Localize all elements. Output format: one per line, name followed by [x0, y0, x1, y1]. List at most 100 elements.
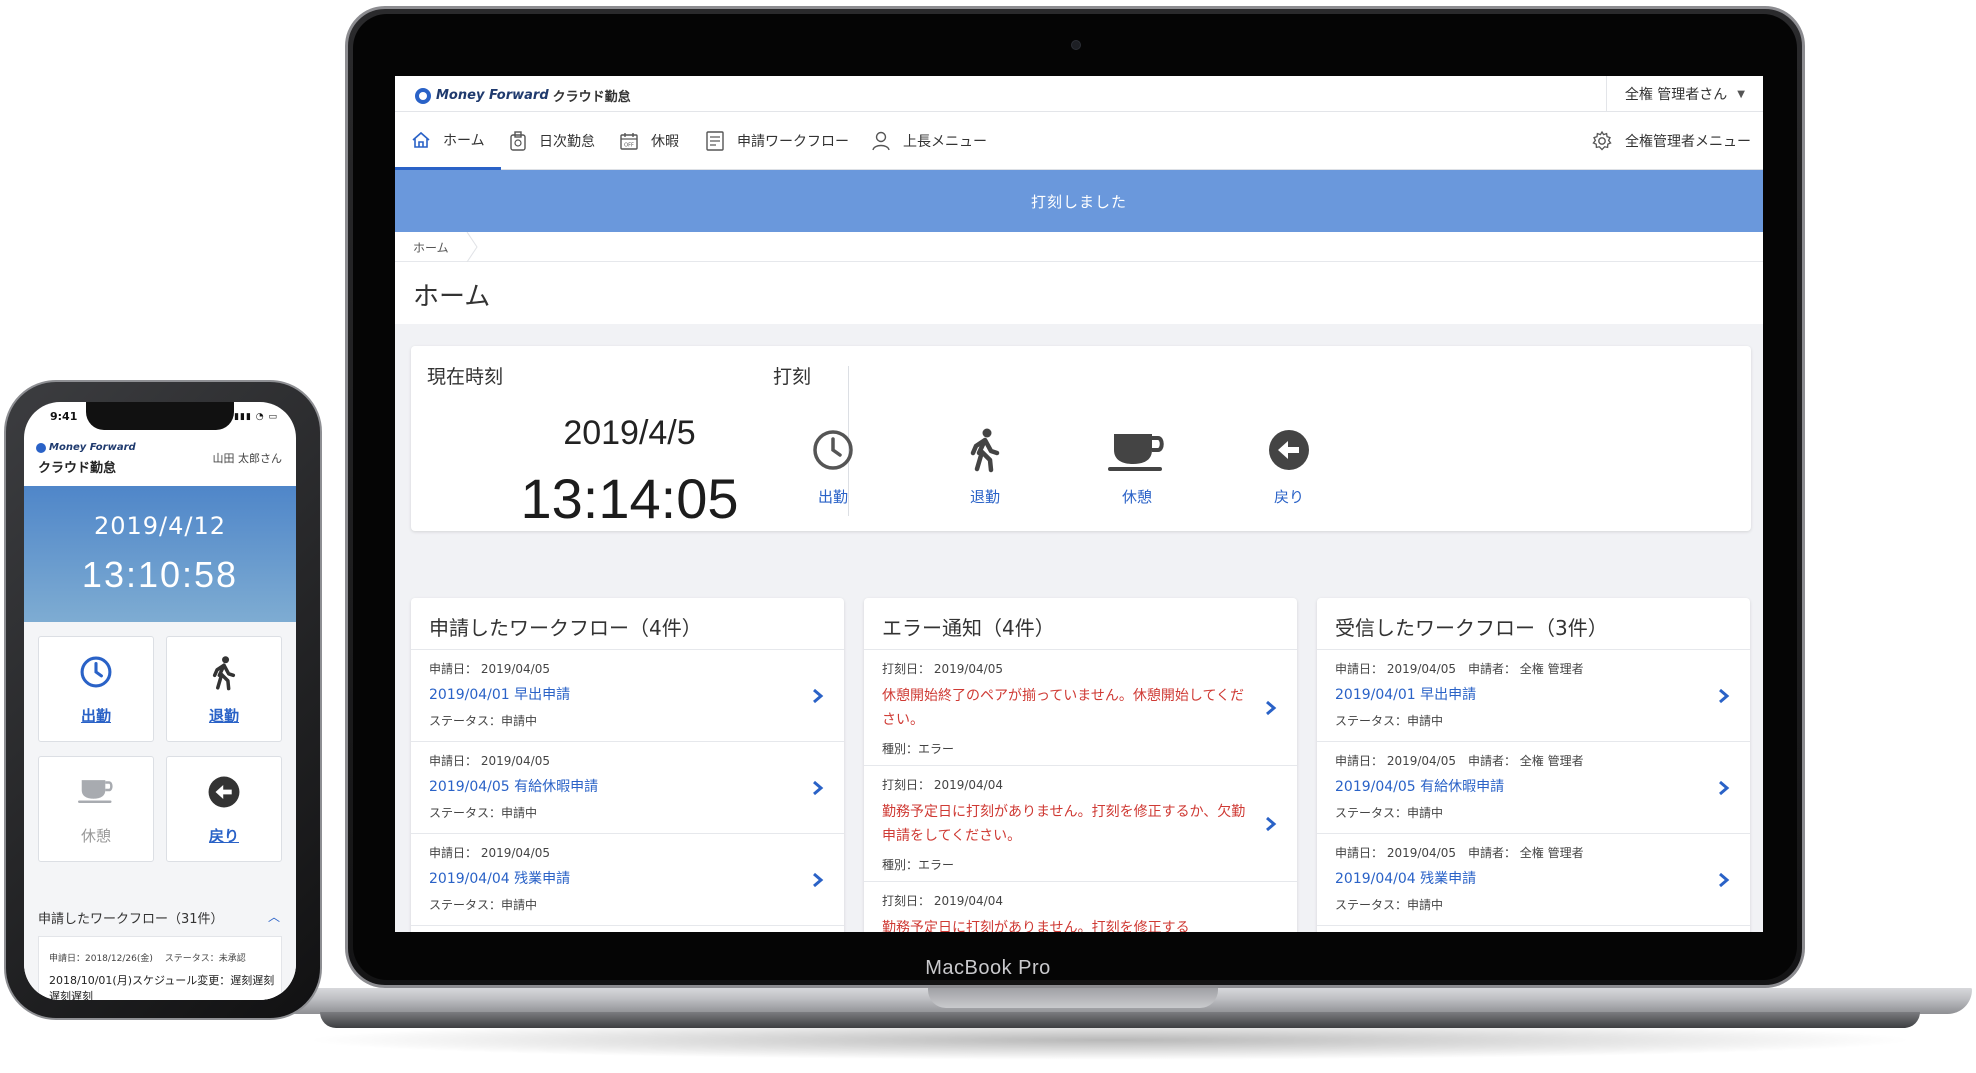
- chevron-right-icon[interactable]: [1718, 688, 1730, 704]
- phone-clock-out-label: 退勤: [208, 707, 239, 725]
- nav-workflow-label: 申請ワークフロー: [737, 134, 849, 150]
- workflow-item-link[interactable]: 2019/04/04 残業申請: [429, 868, 570, 888]
- phone-notch: [86, 402, 234, 430]
- phone-workflow-item[interactable]: 申請日：2018/12/26(金) ステータス：未承認 2018/10/01(月…: [38, 936, 282, 1000]
- error-item[interactable]: 打刻日： 2019/04/04 勤務予定日に打刻がありません。打刻を修正する: [864, 882, 1297, 932]
- breadcrumb-home[interactable]: ホーム: [413, 239, 449, 256]
- home-icon: [412, 131, 430, 148]
- received-workflow-title: 受信したワークフロー（3件）: [1317, 598, 1750, 650]
- workflow-item[interactable]: 申請日： 2019/04/05 申請者： 全権 管理者 2019/04/05 有…: [1317, 742, 1750, 834]
- phone-body-area: 出勤 退勤 休憩 戻り 申請したワークフロー（31件） ︿ 申請日：2018/1…: [24, 622, 296, 1000]
- workflow-item-link[interactable]: 2019/04/01 早出申請: [429, 684, 570, 704]
- error-notice-title: エラー通知（4件）: [864, 598, 1297, 650]
- clock-out-button[interactable]: 退勤: [925, 422, 1045, 532]
- phone-clock-out-button[interactable]: 退勤: [166, 636, 282, 742]
- workflow-item-link[interactable]: 2019/04/04 残業申請: [1335, 868, 1476, 888]
- workflow-item-link[interactable]: 2019/04/01 早出申請: [1335, 684, 1476, 704]
- workflow-item-status: ステータス：申請中: [429, 806, 538, 820]
- workflow-item-meta: 申請日： 2019/04/05 申請者： 全権 管理者: [1335, 662, 1584, 676]
- error-item-message: 勤務予定日に打刻がありません。打刻を修正するか、欠勤申請をしてください。: [882, 804, 1246, 844]
- workflow-item[interactable]: 申請日： 2019/04/05 申請者： 全権 管理者 2019/04/01 早…: [1317, 650, 1750, 742]
- success-banner: 打刻しました: [395, 170, 1763, 232]
- break-button[interactable]: 休憩: [1077, 422, 1197, 532]
- money-forward-logo-icon: [415, 87, 431, 104]
- error-item-message: 勤務予定日に打刻がありません。打刻を修正する: [882, 920, 1190, 932]
- nav-daily-attendance-label: 日次勤怠: [539, 134, 595, 150]
- nav-home[interactable]: ホーム: [395, 112, 501, 170]
- workflow-item-status: ステータス：申請中: [1335, 806, 1444, 820]
- page-title-bar: ホーム: [395, 262, 1763, 324]
- phone-logo-name: Money Forward: [49, 442, 136, 453]
- nav-workflow[interactable]: 申請ワークフロー: [705, 112, 849, 170]
- page-title: ホーム: [413, 282, 491, 312]
- workflow-item-meta: 申請日： 2019/04/05 申請者： 全権 管理者: [1335, 846, 1584, 860]
- phone-break-button[interactable]: 休憩: [38, 756, 154, 862]
- error-item[interactable]: 打刻日： 2019/04/04 勤務予定日に打刻がありません。打刻を修正するか、…: [864, 766, 1297, 882]
- chevron-right-icon[interactable]: [1265, 816, 1277, 832]
- clock-icon: [813, 430, 853, 470]
- phone-logo: Money Forward: [36, 442, 136, 453]
- error-notice-card: エラー通知（4件） 打刻日： 2019/04/05 休憩開始終了のペアが揃ってい…: [864, 598, 1297, 932]
- logo-sub: クラウド勤怠: [552, 90, 631, 105]
- nav-admin-menu[interactable]: 全権管理者メニュー: [1591, 112, 1751, 170]
- clock-in-button[interactable]: 出勤: [773, 422, 893, 532]
- nav-manager-menu[interactable]: 上長メニュー: [871, 112, 987, 170]
- nav-manager-menu-label: 上長メニュー: [903, 134, 987, 150]
- clock-stamp-card: 現在時刻 2019/4/5 13:14:05 打刻 出勤 退勤 休憩 戻り: [411, 346, 1751, 531]
- phone-user[interactable]: 山田 太郎さん: [213, 450, 283, 466]
- phone-clock-in-label: 出勤: [80, 707, 111, 725]
- nav-daily-attendance[interactable]: 日次勤怠: [509, 112, 595, 170]
- workflow-item[interactable]: 申請日： 2019/04/05 2019/04/04 残業申請 ステータス：申請…: [411, 834, 844, 926]
- return-button[interactable]: 戻り: [1229, 422, 1349, 532]
- user-menu[interactable]: 全権 管理者さん ▼: [1605, 76, 1763, 112]
- nav-leave-label: 休暇: [651, 134, 679, 150]
- applied-workflow-card: 申請したワークフロー（4件） 申請日： 2019/04/05 2019/04/0…: [411, 598, 844, 932]
- workflow-item[interactable]: 申請日： 2019/04/05 2019/04/05 有給休暇申請 ステータス：…: [411, 742, 844, 834]
- received-workflow-card: 受信したワークフロー（3件） 申請日： 2019/04/05 申請者： 全権 管…: [1317, 598, 1750, 932]
- chevron-up-icon[interactable]: ︿: [268, 908, 280, 925]
- timecard-icon: [510, 131, 526, 151]
- app-logo[interactable]: Money Forward クラウド勤怠: [415, 86, 631, 105]
- error-item[interactable]: 打刻日： 2019/04/05 休憩開始終了のペアが揃っていません。休憩開始して…: [864, 650, 1297, 766]
- chevron-right-icon[interactable]: [1718, 780, 1730, 796]
- error-item-meta: 打刻日： 2019/04/05: [882, 662, 1003, 676]
- workflow-item[interactable]: 申請日： 2019/04/05 申請者： 全権 管理者 2019/04/04 残…: [1317, 834, 1750, 926]
- workflow-item-meta: 申請日： 2019/04/05 申請者： 全権 管理者: [1335, 754, 1584, 768]
- chevron-right-icon[interactable]: [812, 780, 824, 796]
- breadcrumb: ホーム: [395, 232, 1763, 262]
- coffee-cup-icon: [78, 780, 113, 804]
- phone-screen: 9:41 ▮▮▮ ◔ ▭ Money Forward クラウド勤怠 山田 太郎さ…: [24, 402, 296, 1000]
- phone-status-icons: ▮▮▮ ◔ ▭: [234, 412, 278, 422]
- workflow-item-status: ステータス：申請中: [429, 898, 538, 912]
- phone-return-button[interactable]: 戻り: [166, 756, 282, 862]
- workflow-item[interactable]: 申請日： 2019/04/05 2019/04/01 早出申請 ステータス：申請…: [411, 650, 844, 742]
- return-label: 戻り: [1273, 488, 1304, 506]
- workflow-item-link[interactable]: 2019/04/05 有給休暇申請: [429, 776, 598, 796]
- laptop-screen: Money Forward クラウド勤怠 全権 管理者さん ▼ ホーム 日次勤怠…: [395, 76, 1763, 932]
- workflow-item-meta: 申請日： 2019/04/05: [429, 754, 550, 768]
- phone-time: 13:10:58: [81, 554, 239, 595]
- current-time-label: 現在時刻: [427, 366, 504, 388]
- arrow-left-circle-icon: [1269, 430, 1309, 470]
- phone-logo-sub: クラウド勤怠: [38, 461, 117, 476]
- caret-down-icon: ▼: [1737, 88, 1745, 100]
- svg-text:OFF: OFF: [624, 143, 634, 149]
- phone-clock-in-button[interactable]: 出勤: [38, 636, 154, 742]
- phone-workflow-header[interactable]: 申請したワークフロー（31件） ︿: [24, 898, 296, 932]
- arrow-left-circle-icon: [208, 776, 240, 808]
- chevron-right-icon[interactable]: [812, 688, 824, 704]
- workflow-list-icon: [706, 131, 724, 151]
- nav-leave[interactable]: OFF 休暇: [619, 112, 679, 170]
- walking-icon: [970, 428, 1000, 473]
- phone-workflow-item-meta: 申請日：2018/12/26(金) ステータス：未承認: [49, 954, 246, 964]
- phone-break-label: 休憩: [80, 827, 111, 845]
- break-label: 休憩: [1121, 488, 1152, 506]
- chevron-right-icon[interactable]: [1265, 700, 1277, 716]
- logo-name: Money Forward: [436, 88, 549, 103]
- chevron-right-icon[interactable]: [1718, 872, 1730, 888]
- chevron-right-icon[interactable]: [812, 872, 824, 888]
- main-nav: ホーム 日次勤怠 OFF 休暇 申請ワークフロー 上長メニュー 全権管理者メニュ…: [395, 112, 1763, 170]
- error-item-meta: 打刻日： 2019/04/04: [882, 778, 1003, 792]
- calendar-off-icon: OFF: [620, 133, 638, 150]
- workflow-item-link[interactable]: 2019/04/05 有給休暇申請: [1335, 776, 1504, 796]
